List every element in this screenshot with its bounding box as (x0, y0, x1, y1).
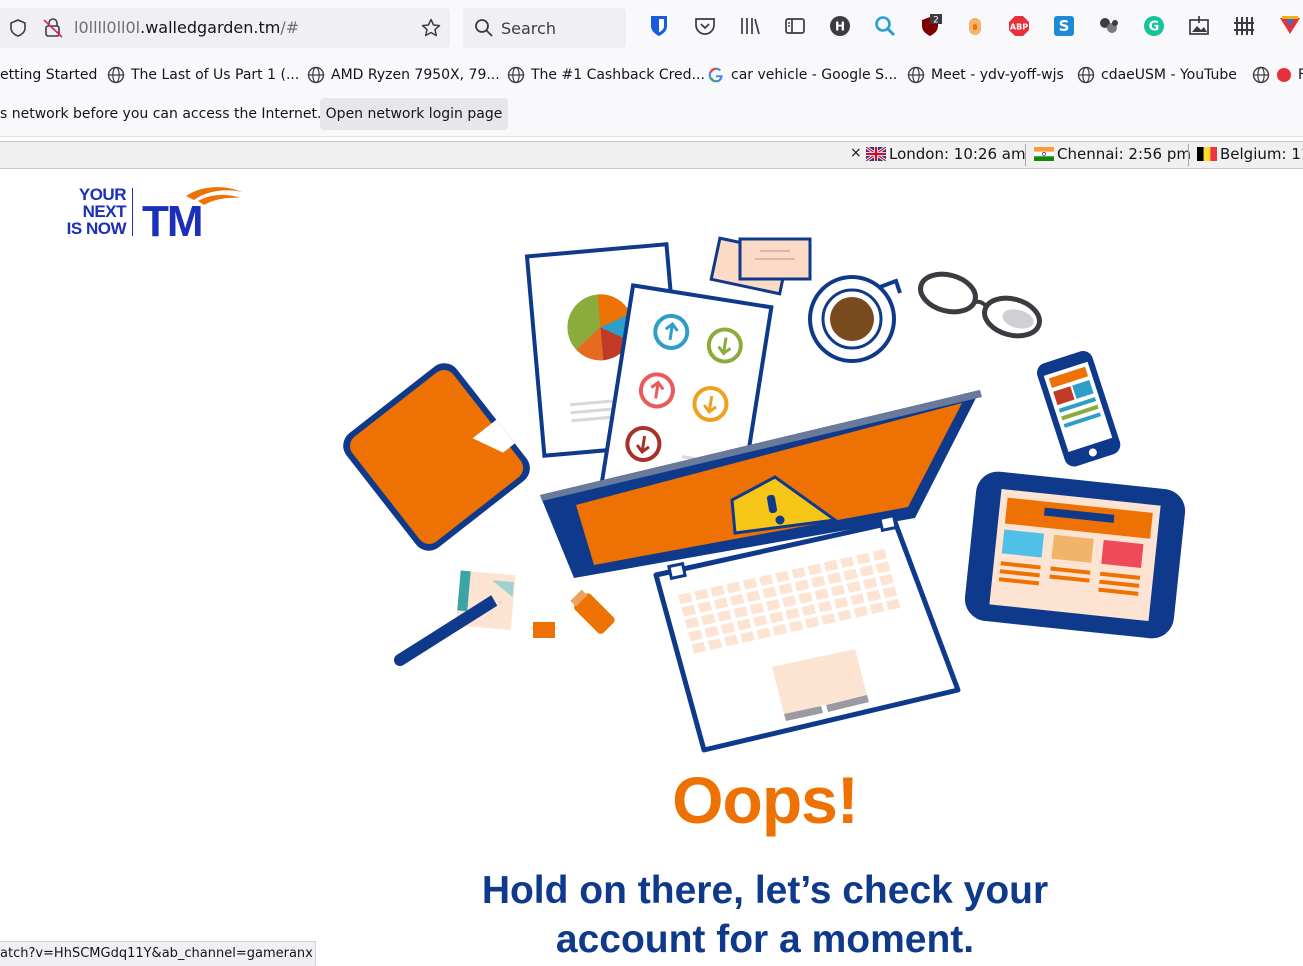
globe-icon (107, 66, 125, 84)
bookmark-meet[interactable]: Meet - ydv-yoff-wjs (907, 63, 1064, 87)
bookmark-label: cdaeUSM - YouTube (1101, 67, 1237, 83)
svg-text:ABP: ABP (1010, 23, 1028, 32)
tablet-icon (964, 471, 1186, 639)
browser-toolbar: l0llll0ll0l.walledgarden.tm/# Search H 2… (0, 0, 1303, 58)
bookmark-label: F (1298, 67, 1303, 83)
bitwarden-icon[interactable] (647, 14, 671, 38)
grammarly-icon[interactable]: G (1142, 14, 1166, 38)
brand-text: TM (142, 197, 202, 242)
ublock-origin-icon[interactable]: 2 (918, 14, 942, 38)
globe-icon (507, 66, 525, 84)
uk-flag-icon (866, 147, 886, 161)
clock-divider (1025, 144, 1026, 166)
bookmark-label: AMD Ryzen 7950X, 79... (331, 67, 500, 83)
logo-tagline: YOUR NEXT IS NOW (52, 185, 127, 238)
clock-divider (1188, 144, 1189, 166)
bookmark-youtube[interactable]: cdaeUSM - YouTube (1077, 63, 1237, 87)
fence-extension-icon[interactable] (1232, 14, 1256, 38)
pocket-icon[interactable] (693, 14, 717, 38)
bookmark-amd-ryzen[interactable]: AMD Ryzen 7950X, 79... (307, 63, 500, 87)
url-host: .walledgarden.tm (140, 18, 281, 37)
notification-text: s network before you can access the Inte… (0, 106, 322, 122)
bookmark-label: The Last of Us Part 1 (... (131, 67, 300, 83)
oops-heading: Oops! (672, 763, 859, 837)
logo-line: YOUR (78, 185, 127, 204)
svg-text:H: H (835, 20, 845, 34)
belgium-flag-icon (1197, 147, 1217, 161)
business-cards-icon (709, 236, 812, 296)
url-bar[interactable]: l0llll0ll0l.walledgarden.tm/# (0, 8, 450, 48)
search-placeholder: Search (501, 19, 556, 38)
insecure-lock-icon[interactable] (42, 17, 64, 39)
search-extension-icon[interactable] (873, 14, 897, 38)
library-icon[interactable] (738, 14, 762, 38)
check-account-message: Hold on there, let’s check your account f… (440, 866, 1090, 964)
oops-illustration (343, 236, 1186, 753)
logo-line: IS NOW (66, 219, 127, 238)
smartphone-icon (1036, 351, 1121, 467)
svg-text:G: G (1149, 20, 1160, 35)
search-icon (475, 19, 493, 37)
bottle-extension-icon[interactable] (963, 14, 987, 38)
url-path: /# (280, 18, 300, 37)
clock-label: London: 10:26 am (889, 145, 1026, 163)
svg-text:S: S (1059, 17, 1070, 35)
coffee-cup-icon (808, 275, 902, 363)
link-status-bar: atch?v=HhSCMGdq11Y&ab_channel=gameranx (0, 941, 316, 966)
clock-label: Chennai: 2:56 pm (1057, 145, 1191, 163)
tm-brand-mark: TM (142, 187, 242, 242)
highlighter-icon (533, 589, 615, 638)
india-flag-icon (1034, 147, 1054, 161)
logo-line: NEXT (82, 202, 127, 221)
clock-close-button[interactable]: × (850, 145, 862, 161)
sidebar-icon[interactable] (783, 14, 807, 38)
colorful-extension-icon[interactable] (1277, 14, 1303, 38)
logo-divider (132, 188, 133, 236)
s-extension-icon[interactable]: S (1052, 14, 1076, 38)
glasses-icon (918, 271, 1042, 339)
globe-icon (1077, 66, 1095, 84)
world-clock-bar: × London: 10:26 am Chennai: 2:56 pm Belg… (0, 141, 1303, 169)
orange-notepad-icon (343, 363, 530, 551)
honey-extension-icon[interactable]: H (828, 14, 852, 38)
bookmark-last-of-us[interactable]: The Last of Us Part 1 (... (107, 63, 299, 87)
dots-extension-icon[interactable] (1097, 14, 1121, 38)
open-login-page-button[interactable]: Open network login page (320, 98, 508, 130)
ublock-badge: 2 (933, 16, 939, 26)
url-text[interactable]: l0llll0ll0l.walledgarden.tm/# (74, 18, 299, 37)
globe-icon (307, 66, 325, 84)
bookmark-overflow[interactable]: F (1252, 63, 1303, 87)
clock-belgium[interactable]: Belgium: 11 (1197, 145, 1303, 163)
message-line: account for a moment. (555, 918, 975, 961)
globe-icon (1252, 66, 1270, 84)
bookmark-star-icon[interactable] (420, 17, 442, 39)
message-line: Hold on there, let’s check your (481, 869, 1049, 912)
clock-chennai[interactable]: Chennai: 2:56 pm (1034, 145, 1191, 163)
screenshot-icon[interactable] (1187, 14, 1211, 38)
clock-label: Belgium: 11 (1220, 145, 1303, 163)
url-host-prefix: l0llll0ll0l (74, 18, 141, 37)
bookmark-getting-started[interactable]: etting Started (0, 63, 97, 87)
tracking-shield-icon[interactable] (8, 18, 28, 38)
red-dot-icon (1277, 68, 1291, 82)
adblock-plus-icon[interactable]: ABP (1007, 14, 1031, 38)
search-box[interactable]: Search (463, 8, 626, 48)
bookmark-cashback[interactable]: The #1 Cashback Cred... (507, 63, 705, 87)
bookmarks-toolbar: etting Started The Last of Us Part 1 (..… (0, 58, 1303, 92)
google-icon (708, 67, 723, 83)
bookmark-label: The #1 Cashback Cred... (531, 67, 705, 83)
bookmark-label: etting Started (0, 67, 98, 83)
clock-london[interactable]: London: 10:26 am (866, 145, 1026, 163)
globe-icon (907, 66, 925, 84)
bookmark-label: Meet - ydv-yoff-wjs (931, 67, 1064, 83)
captive-portal-notification: s network before you can access the Inte… (0, 92, 1303, 137)
bookmark-google-search[interactable]: car vehicle - Google S... (707, 63, 897, 87)
bookmark-label: car vehicle - Google S... (731, 67, 898, 83)
